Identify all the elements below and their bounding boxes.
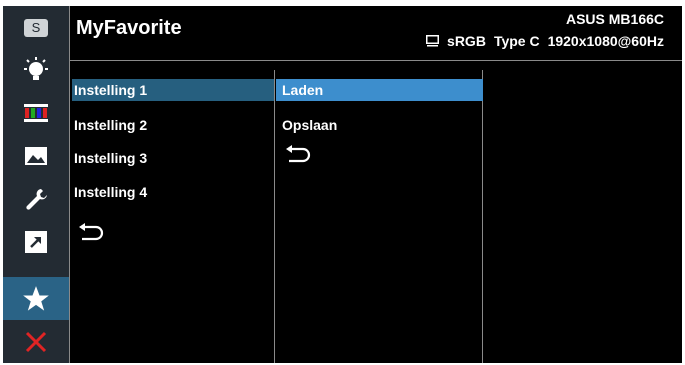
osd-window: S MyFavorite ASUS MB166C sRGB Type C 192… — [3, 6, 682, 363]
menu-item-instelling-1[interactable]: Instelling 1 — [72, 79, 274, 101]
menu-item-instelling-4[interactable]: Instelling 4 — [72, 181, 274, 203]
back-arrow-icon — [286, 145, 311, 163]
status-bar: sRGB Type C 1920x1080@60Hz — [426, 33, 664, 49]
shortcut-icon — [25, 230, 47, 253]
menu-column-divider-2 — [482, 70, 483, 363]
header-divider — [69, 60, 682, 61]
level2-back-button[interactable] — [285, 145, 311, 170]
sidebar-item-color[interactable] — [3, 91, 69, 134]
my-favorite-star-icon — [23, 285, 49, 311]
level1-back-button[interactable] — [78, 223, 104, 248]
sidebar: S — [3, 6, 69, 363]
menu-item-opslaan[interactable]: Opslaan — [280, 114, 482, 136]
exit-x-icon — [25, 331, 47, 352]
sidebar-item-splendid[interactable]: S — [3, 6, 69, 49]
input-source-label: Type C — [493, 33, 540, 49]
menu-item-laden[interactable]: Laden — [276, 79, 483, 101]
blue-light-filter-icon — [24, 56, 48, 80]
model-name: ASUS MB166C — [565, 11, 664, 27]
sidebar-item-blue-light[interactable] — [3, 48, 69, 91]
sidebar-item-my-favorite[interactable] — [3, 277, 69, 320]
color-icon — [24, 103, 48, 122]
sidebar-item-image[interactable] — [3, 134, 69, 177]
sidebar-item-system-setup[interactable] — [3, 177, 69, 220]
sidebar-item-exit[interactable] — [3, 320, 69, 363]
sidebar-item-shortcut[interactable] — [3, 220, 69, 263]
resolution-label: 1920x1080@60Hz — [547, 33, 664, 49]
menu-item-instelling-3[interactable]: Instelling 3 — [72, 147, 274, 169]
page-title: MyFavorite — [76, 17, 182, 39]
menu-column-divider-1 — [274, 70, 275, 363]
image-icon — [25, 146, 47, 165]
menu-item-instelling-2[interactable]: Instelling 2 — [72, 114, 274, 136]
splendid-icon: S — [24, 18, 48, 37]
system-setup-icon — [26, 188, 47, 210]
monitor-icon — [426, 35, 440, 47]
back-arrow-icon — [79, 223, 104, 241]
color-mode-label: sRGB — [447, 33, 486, 49]
